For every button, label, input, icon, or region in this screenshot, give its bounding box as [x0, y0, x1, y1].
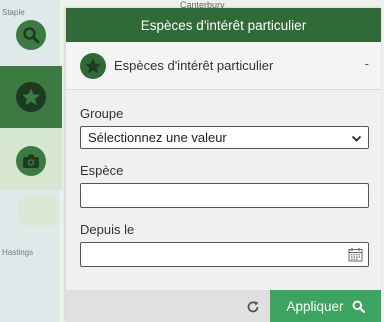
depuis-date-input[interactable]: [80, 242, 369, 267]
star-icon: [80, 52, 106, 79]
section-title: Espèces d'intérêt particulier: [114, 58, 274, 73]
refresh-icon: [247, 301, 259, 313]
apply-button-label: Appliquer: [286, 298, 344, 314]
search-icon: [352, 300, 365, 313]
search-icon: [16, 20, 46, 50]
search-tool-button[interactable]: [0, 4, 62, 66]
chevron-down-icon: [351, 135, 362, 142]
reset-button[interactable]: [242, 296, 264, 318]
panel-footer: Appliquer: [66, 290, 381, 322]
calendar-icon[interactable]: [348, 247, 363, 262]
collapse-button[interactable]: -: [365, 56, 369, 71]
groupe-select[interactable]: Sélectionnez une valeur: [80, 126, 369, 149]
espece-input[interactable]: [80, 183, 369, 208]
filter-form: Groupe Sélectionnez une valeur Espèce De…: [66, 106, 381, 267]
camera-icon: [16, 146, 46, 176]
species-tool-button[interactable]: [0, 66, 62, 128]
star-icon: [16, 82, 46, 112]
groupe-label: Groupe: [80, 106, 124, 121]
panel-title: Espèces d'intérêt particulier: [66, 8, 381, 42]
photo-tool-button[interactable]: [0, 130, 62, 192]
species-filter-panel: Espèces d'intérêt particulier Espèces d'…: [66, 8, 381, 322]
apply-button[interactable]: Appliquer: [270, 290, 381, 322]
depuis-label: Depuis le: [80, 222, 135, 237]
panel-section-header: Espèces d'intérêt particulier -: [66, 42, 381, 90]
left-toolbar: [0, 0, 62, 322]
espece-label: Espèce: [80, 163, 124, 178]
groupe-selected-value: Sélectionnez une valeur: [88, 130, 227, 145]
